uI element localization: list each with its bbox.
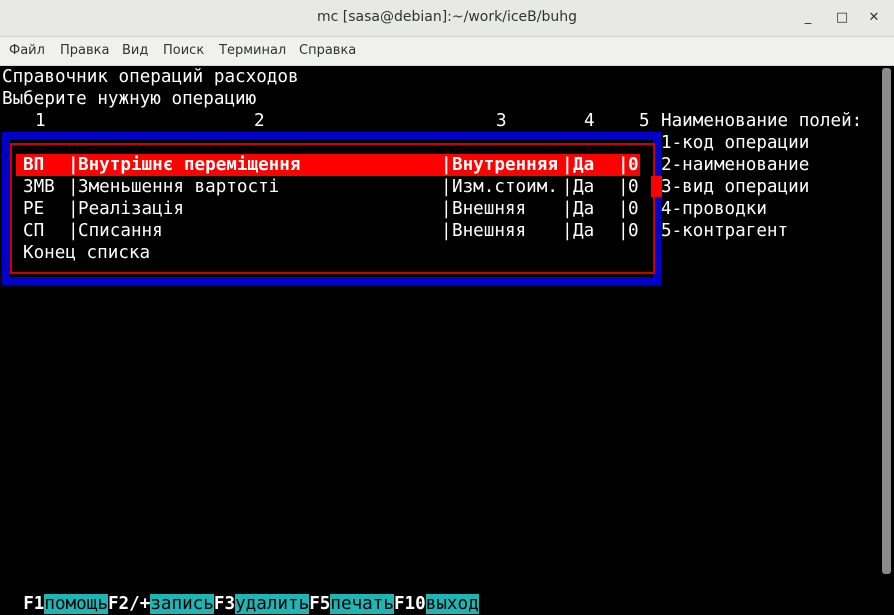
menu-edit[interactable]: Правка (60, 43, 109, 58)
close-button[interactable]: ✕ (864, 8, 884, 28)
window-titlebar: mc [sasa@debian]:~/work/iceB/buhg _ □ ✕ (0, 0, 894, 37)
scroll-marker (651, 176, 662, 197)
op-name: Внутрішнє переміщення (78, 155, 301, 175)
op-postings: Да (573, 177, 595, 197)
fkey-f1[interactable]: F1 (23, 594, 44, 614)
field-name-1: 1-код операции (661, 133, 810, 153)
fkey-f10-label[interactable]: выход (425, 594, 479, 614)
separator: | (68, 199, 79, 219)
screen-prompt: Выберите нужную операцию (2, 89, 257, 109)
field-name-3: 3-вид операции (661, 177, 810, 197)
op-type: Изм.стоим. (452, 177, 558, 197)
op-counterparty: 0 (628, 199, 639, 219)
field-name-4: 4-проводки (661, 199, 767, 219)
separator: | (618, 199, 629, 219)
separator: | (441, 177, 452, 197)
separator: | (562, 155, 573, 175)
separator: | (441, 199, 452, 219)
op-counterparty: 0 (628, 155, 639, 175)
op-code: РЕ (23, 199, 45, 219)
op-code: СП (23, 221, 45, 241)
separator: | (562, 221, 573, 241)
separator: | (618, 155, 629, 175)
fkey-f5-label[interactable]: печать (330, 594, 394, 614)
separator: | (68, 177, 79, 197)
op-postings: Да (573, 221, 595, 241)
list-end-label: Конец списка (16, 242, 640, 264)
fkey-f2[interactable]: F2/+ (108, 594, 150, 614)
separator: | (562, 199, 573, 219)
column-number-4: 4 (584, 111, 595, 131)
op-postings: Да (573, 155, 595, 175)
list-item[interactable]: ВП | Внутрішнє переміщення | Внутренняя … (16, 154, 640, 176)
separator: | (618, 221, 629, 241)
separator: | (68, 155, 79, 175)
list-item[interactable]: ЗМВ | Зменьшення вартості | Изм.стоим. |… (16, 176, 640, 198)
window-title: mc [sasa@debian]:~/work/iceB/buhg (317, 9, 577, 25)
menu-terminal[interactable]: Терминал (219, 43, 286, 58)
op-code: ВП (23, 155, 45, 175)
fkey-f3-label[interactable]: удалить (235, 594, 310, 614)
fkey-f1-label[interactable]: помощь (44, 594, 108, 614)
op-type: Внешняя (452, 221, 527, 241)
field-name-5: 5-контрагент (661, 221, 789, 241)
function-key-bar: F1помощьF2/+записьF3удалитьF5печатьF10вы… (2, 571, 479, 614)
menu-view[interactable]: Вид (122, 43, 148, 58)
op-name: Списання (78, 221, 163, 241)
separator: | (441, 155, 452, 175)
menu-help[interactable]: Справка (299, 43, 356, 58)
screen-title: Справочник операций расходов (2, 67, 299, 87)
separator: | (618, 177, 629, 197)
op-name: Реалізація (78, 199, 184, 219)
separator: | (68, 221, 79, 241)
field-names-title: Наименование полей: (661, 111, 863, 131)
fkey-f3[interactable]: F3 (214, 594, 235, 614)
separator: | (441, 221, 452, 241)
end-of-list-text: Конец списка (23, 243, 151, 263)
scrollbar-thumb[interactable] (882, 68, 891, 574)
maximize-button[interactable]: □ (832, 8, 852, 28)
menubar: Файл Правка Вид Поиск Терминал Справка (0, 37, 894, 66)
column-number-1: 1 (35, 111, 46, 131)
op-name: Зменьшення вартості (78, 177, 280, 197)
column-number-5: 5 (639, 111, 650, 131)
op-postings: Да (573, 199, 595, 219)
op-code: ЗМВ (23, 177, 55, 197)
op-type: Внешняя (452, 199, 527, 219)
menu-file[interactable]: Файл (9, 43, 45, 58)
field-name-2: 2-наименование (661, 155, 810, 175)
op-counterparty: 0 (628, 221, 639, 241)
op-type: Внутренняя (452, 155, 558, 175)
column-number-2: 2 (254, 111, 265, 131)
fkey-f10[interactable]: F10 (394, 594, 426, 614)
separator: | (562, 177, 573, 197)
list-item[interactable]: СП | Списання | Внешняя | Да | 0 (16, 220, 640, 242)
column-number-3: 3 (496, 111, 507, 131)
op-counterparty: 0 (628, 177, 639, 197)
list-item[interactable]: РЕ | Реалізація | Внешняя | Да | 0 (16, 198, 640, 220)
fkey-f2-label[interactable]: запись (150, 594, 214, 614)
fkey-f5[interactable]: F5 (309, 594, 330, 614)
menu-search[interactable]: Поиск (163, 43, 204, 58)
minimize-button[interactable]: _ (798, 8, 818, 28)
